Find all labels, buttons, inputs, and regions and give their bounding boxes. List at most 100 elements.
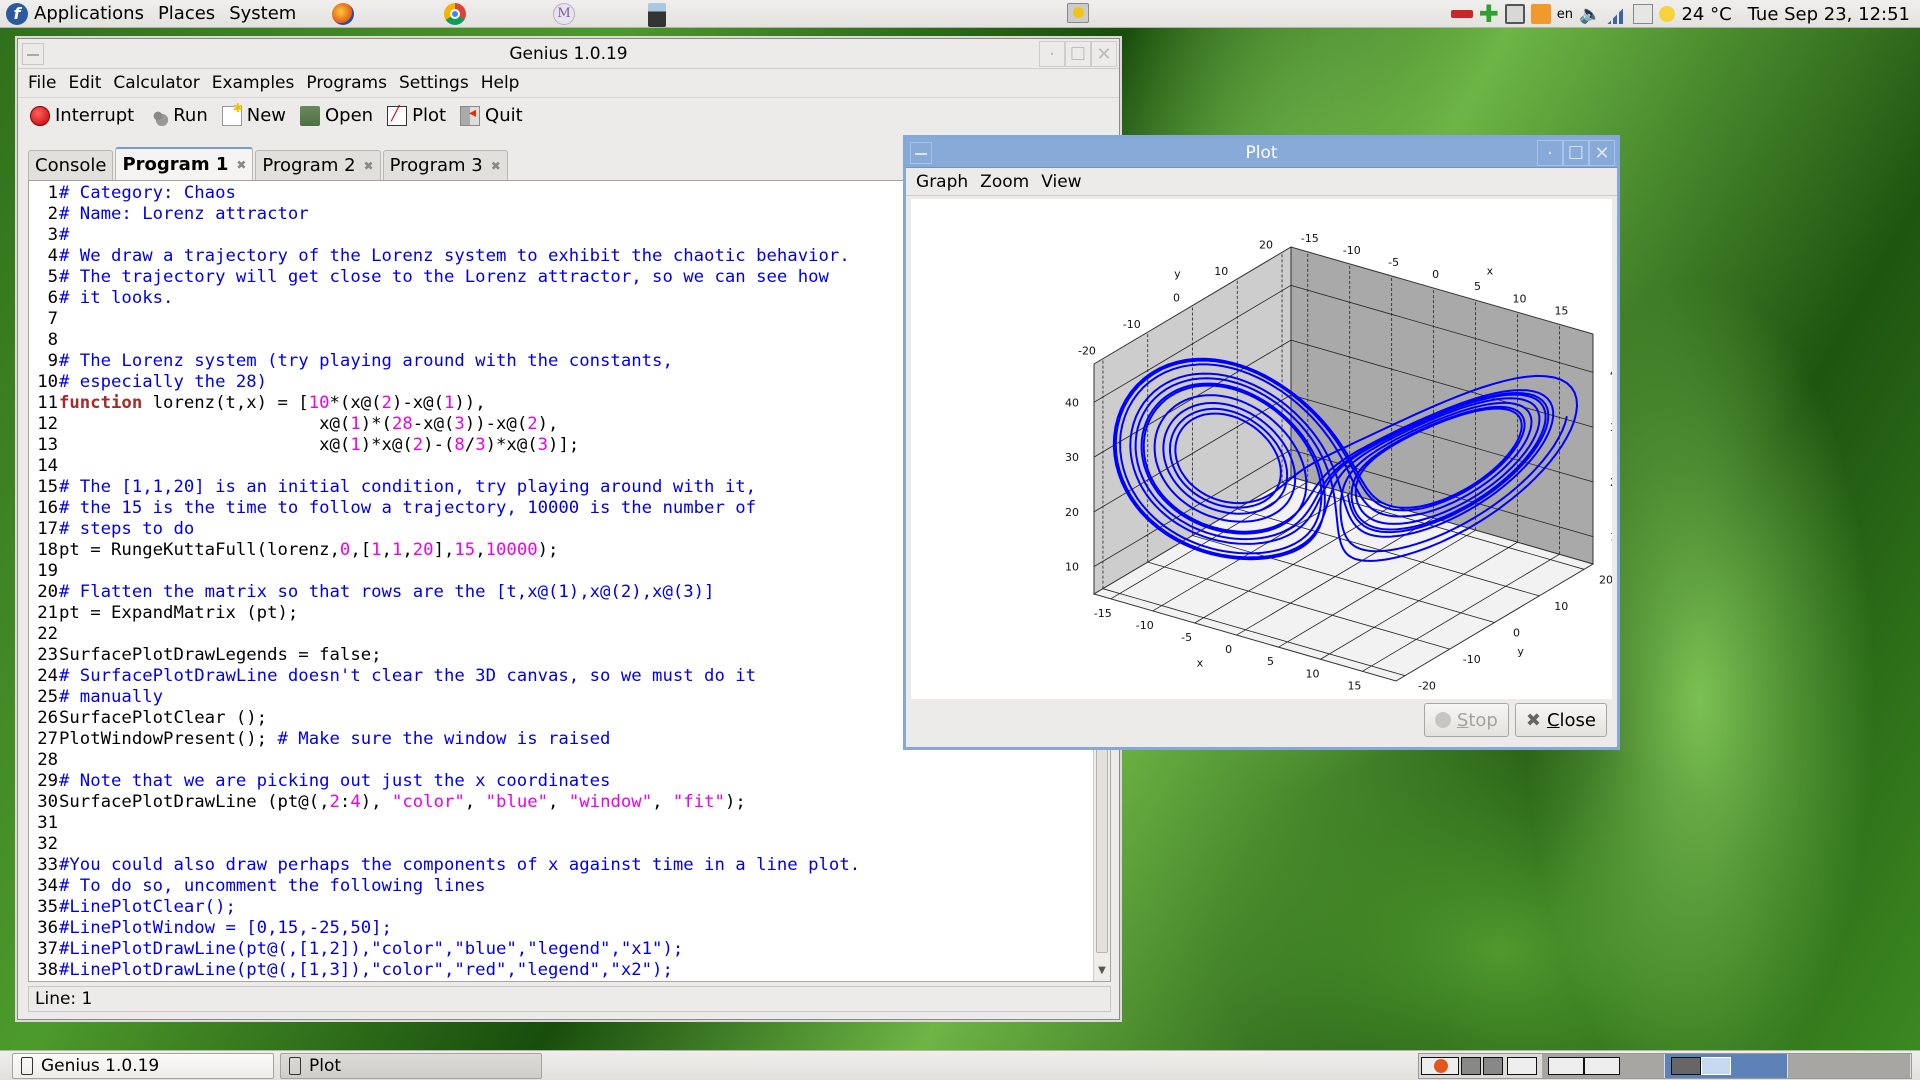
- task-label: Genius 1.0.19: [41, 1055, 160, 1076]
- window-thumb: [1584, 1057, 1620, 1075]
- genius-titlebar[interactable]: Genius 1.0.19 · ☐ ✕: [18, 39, 1119, 69]
- code-line[interactable]: 31: [29, 813, 1092, 834]
- firefox-icon[interactable]: [332, 3, 354, 25]
- lorenz-3d-plot[interactable]: -15 -10 -5 0 5 10 15 -15 -10 -5 0 5 10 15 -20 -10 0 10 20 -…: [911, 199, 1624, 699]
- workspace-2[interactable]: [1542, 1054, 1665, 1078]
- keyboard-layout[interactable]: en: [1557, 7, 1573, 22]
- minimize-button[interactable]: ·: [1039, 41, 1065, 67]
- code-line[interactable]: 37 #LinePlotDrawLine(pt@(,[1,2]),"color",…: [29, 939, 1092, 960]
- menu-programs[interactable]: Programs: [306, 73, 387, 93]
- code-line[interactable]: 32: [29, 834, 1092, 855]
- x-tick-label: -15: [1094, 607, 1112, 620]
- window-thumb: [1507, 1057, 1537, 1075]
- plot-canvas[interactable]: -15 -10 -5 0 5 10 15 -15 -10 -5 0 5 10 15 -20 -10 0 10 20 -…: [911, 199, 1624, 699]
- system-menu[interactable]: System: [229, 3, 296, 24]
- line-number: 19: [37, 561, 58, 581]
- new-label: New: [246, 105, 287, 126]
- run-button[interactable]: Run: [148, 105, 208, 126]
- fedora-logo-icon[interactable]: f: [6, 2, 28, 25]
- printer-icon[interactable]: [1504, 4, 1525, 24]
- line-source: # The Lorenz system (try playing around …: [59, 351, 673, 371]
- add-icon[interactable]: ✚: [1479, 2, 1499, 26]
- program-tabs: Console Program 1 ✖ Program 2 ✖ Program 3 ✖: [28, 147, 510, 180]
- code-line[interactable]: 34 # To do so, uncomment the following li…: [29, 876, 1092, 897]
- code-line[interactable]: 28: [29, 750, 1092, 771]
- quit-button[interactable]: Quit: [460, 105, 523, 126]
- x-tick-label-top: -5: [1388, 256, 1399, 269]
- menu-help[interactable]: Help: [481, 73, 520, 93]
- stop-button[interactable]: Stop: [1423, 703, 1509, 737]
- close-icon: ✖: [1525, 709, 1541, 731]
- line-source: [58, 750, 59, 771]
- workspace-4[interactable]: [1788, 1054, 1911, 1078]
- gears-icon: [148, 105, 169, 126]
- menu-calculator[interactable]: Calculator: [113, 73, 199, 93]
- code-line[interactable]: 30 SurfacePlotDrawLine (pt@(,2:4), "color…: [29, 792, 1092, 813]
- tab-close-icon[interactable]: ✖: [364, 159, 374, 173]
- line-number: 3: [47, 225, 58, 245]
- close-window-button[interactable]: ✕: [1091, 41, 1117, 67]
- places-menu[interactable]: Places: [158, 3, 215, 24]
- folder-icon[interactable]: [1530, 4, 1551, 24]
- code-line[interactable]: 33 #You could also draw perhaps the compo…: [29, 855, 1092, 876]
- open-button[interactable]: Open: [300, 105, 373, 126]
- window-menu-button[interactable]: [22, 43, 44, 65]
- battery-bar-icon[interactable]: [1450, 10, 1473, 18]
- weather-sun-icon: [1659, 6, 1676, 22]
- chrome-icon[interactable]: [444, 3, 466, 25]
- maximize-button[interactable]: ☐: [1563, 140, 1589, 166]
- calculator-icon[interactable]: [648, 3, 666, 27]
- clock[interactable]: Tue Sep 23, 12:51: [1748, 4, 1910, 25]
- tab-program-1[interactable]: Program 1 ✖: [115, 147, 254, 180]
- window-menu-button[interactable]: [910, 142, 932, 164]
- mail-icon[interactable]: M: [553, 3, 575, 25]
- task-plot[interactable]: Plot: [280, 1052, 542, 1079]
- menu-settings[interactable]: Settings: [399, 73, 469, 93]
- line-number: 6: [47, 288, 58, 308]
- applications-menu[interactable]: Applications: [34, 3, 144, 24]
- tab-program-3[interactable]: Program 3 ✖: [382, 150, 508, 180]
- tab-console[interactable]: Console: [28, 150, 114, 180]
- minimize-button[interactable]: ·: [1537, 140, 1563, 166]
- line-number: 18: [37, 540, 58, 560]
- line-number: 26: [37, 708, 58, 728]
- workspace-1[interactable]: [1419, 1054, 1542, 1078]
- workspace-3-active[interactable]: [1665, 1054, 1788, 1078]
- menu-graph[interactable]: Graph: [916, 172, 968, 192]
- y-tick-label: 20: [1599, 573, 1612, 586]
- y-axis-label: y: [1517, 645, 1524, 658]
- menu-file[interactable]: File: [28, 73, 56, 93]
- signal-icon[interactable]: [1607, 4, 1628, 24]
- interrupt-button[interactable]: Interrupt: [30, 105, 134, 126]
- terminal-thumb: [1461, 1057, 1481, 1075]
- menu-examples[interactable]: Examples: [212, 73, 295, 93]
- temperature[interactable]: 24 °C: [1681, 4, 1731, 25]
- tab-label: Program 2: [262, 155, 356, 176]
- new-button[interactable]: New: [221, 101, 287, 126]
- screensaver-icon[interactable]: [1067, 3, 1089, 23]
- volume-icon[interactable]: 🔈: [1579, 4, 1601, 25]
- tab-program-2[interactable]: Program 2 ✖: [255, 150, 381, 180]
- x-tick-label: 5: [1267, 655, 1274, 668]
- code-line[interactable]: 29 # Note that we are picking out just th…: [29, 771, 1092, 792]
- plot-titlebar[interactable]: Plot · ☐ ✕: [906, 138, 1617, 168]
- scroll-down-arrow-icon[interactable]: ▼: [1094, 965, 1110, 981]
- close-button[interactable]: ✖ Close: [1514, 703, 1607, 737]
- plot-button[interactable]: Plot: [387, 105, 446, 126]
- menu-view[interactable]: View: [1041, 172, 1081, 192]
- window-thumb: [1548, 1057, 1584, 1075]
- tab-close-icon[interactable]: ✖: [236, 158, 246, 172]
- power-icon[interactable]: [1633, 4, 1654, 24]
- interrupt-label: Interrupt: [55, 105, 135, 126]
- task-genius[interactable]: Genius 1.0.19: [12, 1052, 274, 1079]
- code-line[interactable]: 36 #LinePlotWindow = [0,15,-25,50];: [29, 918, 1092, 939]
- code-line[interactable]: 38 #LinePlotDrawLine(pt@(,[1,3]),"color",…: [29, 960, 1092, 981]
- menu-zoom[interactable]: Zoom: [980, 172, 1029, 192]
- tab-close-icon[interactable]: ✖: [491, 159, 501, 173]
- code-line[interactable]: 35 #LinePlotClear();: [29, 897, 1092, 918]
- menu-edit[interactable]: Edit: [68, 73, 101, 93]
- line-number: 37: [37, 939, 58, 959]
- z-tick-label-right: 40: [1610, 366, 1612, 379]
- close-window-button[interactable]: ✕: [1589, 140, 1615, 166]
- maximize-button[interactable]: ☐: [1065, 41, 1091, 67]
